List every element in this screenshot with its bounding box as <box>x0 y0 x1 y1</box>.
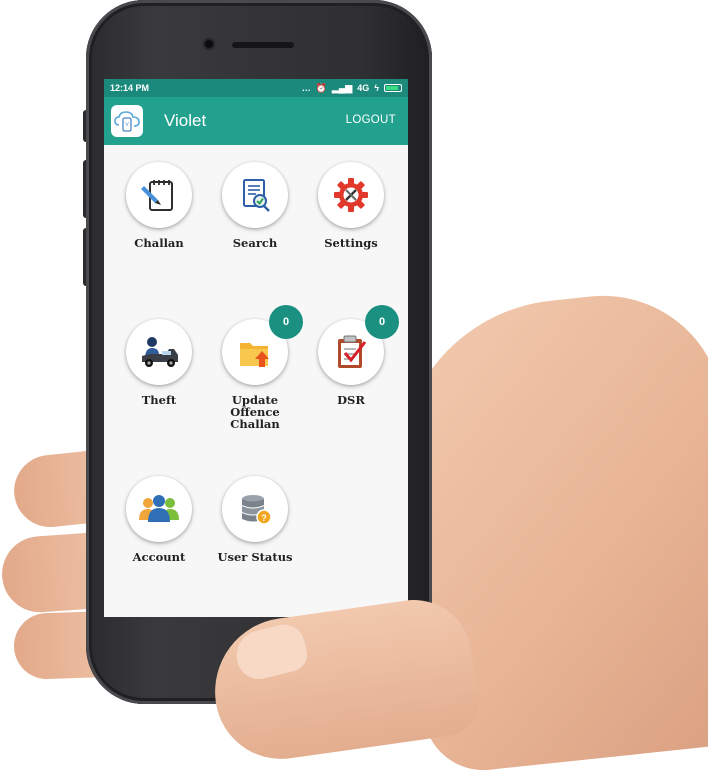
menu-label: DSR <box>337 393 365 407</box>
more-dots-icon: … <box>301 83 311 93</box>
menu-icon-circle[interactable] <box>126 476 192 542</box>
user-status-database-icon: ? <box>242 495 272 525</box>
settings-tools-icon <box>334 178 368 212</box>
menu-item-update-offence-challan[interactable]: 0 Update Offence Challan <box>210 305 303 431</box>
status-time: 12:14 PM <box>110 83 150 93</box>
menu-label: Search <box>232 236 278 250</box>
charging-icon: ϟ <box>374 83 379 93</box>
menu-item-user-status[interactable]: ? User Status <box>210 476 300 563</box>
app-title: Violet <box>164 111 207 130</box>
menu-label: Theft <box>141 393 177 407</box>
menu-item-theft[interactable]: Theft <box>114 319 204 406</box>
notification-badge: 0 <box>365 305 399 339</box>
menu-icon-circle[interactable] <box>126 319 192 385</box>
app-logo: V <box>111 105 143 137</box>
menu-label: Challan <box>134 236 184 250</box>
menu-icon-circle[interactable]: 0 <box>222 305 303 385</box>
theft-car-icon <box>142 337 178 367</box>
status-bar: 12:14 PM … ⏰ ▂▄▆ 4G ϟ <box>104 79 408 97</box>
notification-badge: 0 <box>269 305 303 339</box>
dsr-clipboard-icon <box>338 335 367 368</box>
menu-item-challan[interactable]: Challan <box>114 162 204 249</box>
menu-item-account[interactable]: Account <box>114 476 204 563</box>
front-camera <box>203 38 215 50</box>
menu-icon-circle[interactable] <box>222 162 288 228</box>
search-document-icon <box>243 179 270 212</box>
menu-item-search[interactable]: Search <box>210 162 300 249</box>
menu-icon-circle[interactable]: ? <box>222 476 288 542</box>
status-icons: … ⏰ ▂▄▆ 4G ϟ <box>302 83 402 94</box>
challan-pen-icon <box>141 180 173 211</box>
menu-label: Settings <box>324 236 378 250</box>
network-type: 4G <box>357 83 370 93</box>
app-bar: V Violet LOGOUT <box>104 97 408 145</box>
menu-icon-circle[interactable] <box>126 162 192 228</box>
menu-label: Account <box>132 550 186 564</box>
violet-logo-icon: V <box>114 111 140 132</box>
account-users-icon <box>139 495 179 522</box>
logout-button[interactable]: LOGOUT <box>346 114 396 126</box>
earpiece-speaker <box>232 42 294 48</box>
menu-icon-circle[interactable]: 0 <box>318 305 399 385</box>
phone-screen: 12:14 PM … ⏰ ▂▄▆ 4G ϟ V Violet LOGOUT Ch… <box>104 79 408 617</box>
menu-item-settings[interactable]: Settings <box>306 162 396 249</box>
alarm-icon: ⏰ <box>315 82 327 93</box>
signal-icon: ▂▄▆ <box>331 82 353 93</box>
battery-icon <box>384 84 402 92</box>
svg-text:?: ? <box>261 513 267 523</box>
menu-label: Update Offence Challan <box>230 393 280 431</box>
update-folder-icon <box>240 343 269 367</box>
menu-grid: Challan Search Settings Theft 0 Update O… <box>104 145 408 617</box>
menu-item-dsr[interactable]: 0 DSR <box>306 305 399 407</box>
menu-label: User Status <box>217 550 293 564</box>
menu-icon-circle[interactable] <box>318 162 384 228</box>
